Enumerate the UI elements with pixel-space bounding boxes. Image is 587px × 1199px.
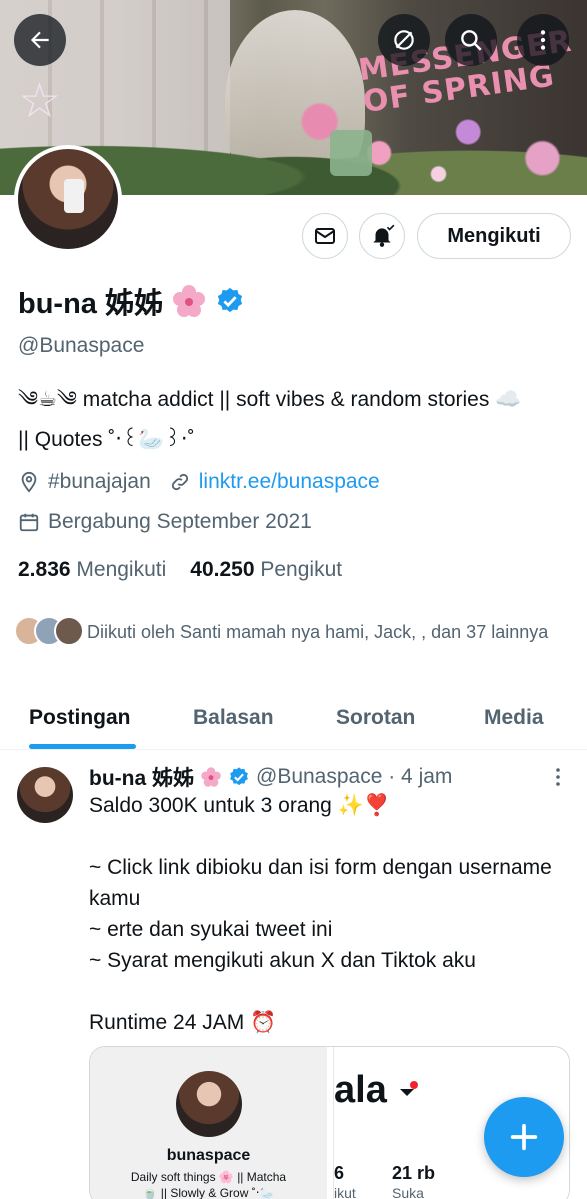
tweet-handle-time: @Bunaspace · 4 jam	[256, 765, 453, 788]
card-stat1-label: ikut	[334, 1185, 356, 1199]
card-desc-line-2: 🍵 || Slowly & Grow ˚‧🦢	[142, 1186, 275, 1199]
star-icon: ☆	[18, 75, 62, 128]
card-stat1-value: 6	[334, 1163, 345, 1183]
avatar-phone	[64, 179, 84, 213]
card-big-label: ala	[334, 1069, 387, 1111]
sakura-icon	[201, 767, 221, 787]
profile-meta: #bunajajan linktr.ee/bunaspace	[18, 470, 380, 494]
message-button[interactable]	[302, 213, 348, 259]
sakura-icon	[173, 285, 205, 317]
bio-line-1: ༄☕༄ matcha addict || soft vibes & random…	[18, 388, 522, 411]
followed-by-text[interactable]: Diikuti oleh Santi mamah nya hami, Jack,…	[87, 618, 577, 646]
card-big-text: ala	[334, 1069, 419, 1112]
profile-name: bu-na 姊姊	[18, 288, 163, 320]
tab-highlights[interactable]: Sorotan	[336, 706, 415, 730]
search-button[interactable]	[445, 14, 497, 66]
profile-link[interactable]: linktr.ee/bunaspace	[199, 470, 380, 494]
profile-name-row: bu-na 姊姊	[18, 280, 245, 322]
joined-text: Bergabung September 2021	[48, 510, 312, 533]
following-label: Mengikuti	[76, 558, 167, 581]
bio-line-2: || Quotes ˚‧꒰🦢꒱‧˚	[18, 428, 195, 451]
profile-joined: Bergabung September 2021	[18, 510, 312, 534]
card-stat2-value: 21 rb	[392, 1163, 436, 1183]
verified-badge-icon	[230, 767, 248, 786]
plus-icon	[510, 1123, 538, 1151]
tweet-header: bu-na 姊姊 @Bunaspace · 4 jam	[89, 762, 452, 792]
tweet-author-name[interactable]: bu-na 姊姊	[89, 762, 194, 792]
card-desc-line-1: Daily soft things 🌸 || Matcha	[130, 1170, 287, 1184]
avatar	[54, 616, 84, 646]
card-avatar	[176, 1071, 242, 1137]
card-stat2-label: Suka	[392, 1185, 424, 1199]
following-count: 2.836	[18, 558, 71, 581]
card-name: bunaspace	[166, 1147, 251, 1164]
notify-button[interactable]	[359, 213, 405, 259]
calendar-icon	[19, 513, 39, 532]
active-tab-indicator	[29, 744, 136, 749]
following-stat[interactable]: 2.836 Mengikuti	[18, 558, 166, 582]
tab-posts[interactable]: Postingan	[29, 706, 131, 730]
more-vertical-icon	[540, 30, 546, 50]
banner-mug	[330, 130, 372, 176]
profile-location[interactable]: #bunajajan	[48, 470, 151, 494]
link-icon	[171, 473, 188, 491]
envelope-icon	[315, 228, 335, 244]
following-button[interactable]: Mengikuti	[417, 213, 571, 259]
more-button[interactable]	[517, 14, 569, 66]
tweet-avatar[interactable]	[17, 767, 73, 823]
followers-label: Pengikut	[260, 558, 343, 581]
compose-button[interactable]	[484, 1097, 564, 1177]
bell-icon	[373, 224, 395, 247]
tweet-more-icon[interactable]	[549, 766, 567, 790]
card-profile-preview: bunaspace Daily soft things 🌸 || Matcha …	[90, 1047, 327, 1199]
arrow-left-icon	[30, 31, 49, 49]
profile-bio: ༄☕༄ matcha addict || soft vibes & random…	[18, 380, 574, 460]
followed-by-avatars[interactable]	[14, 616, 84, 646]
eye-slash-icon	[394, 30, 414, 50]
profile-avatar[interactable]	[14, 145, 122, 253]
hide-button[interactable]	[378, 14, 430, 66]
back-button[interactable]	[14, 14, 66, 66]
caret-down-icon	[400, 1080, 419, 1096]
followers-stat[interactable]: 40.250 Pengikut	[190, 558, 342, 582]
verified-badge-icon	[217, 287, 243, 313]
location-icon	[21, 471, 37, 493]
card-desc: Daily soft things 🌸 || Matcha 🍵 || Slowl…	[90, 1169, 327, 1199]
search-icon	[461, 30, 482, 51]
tab-replies[interactable]: Balasan	[193, 706, 274, 730]
tab-media[interactable]: Media	[484, 706, 544, 730]
followers-count: 40.250	[190, 558, 255, 581]
profile-stats: 2.836 Mengikuti 40.250 Pengikut	[18, 558, 342, 582]
tweet-text: Saldo 300K untuk 3 orang ✨❣️ ~ Click lin…	[89, 794, 552, 1034]
profile-handle: @Bunaspace	[18, 334, 145, 357]
profile-tabs: Postingan Balasan Sorotan Media	[0, 690, 587, 750]
